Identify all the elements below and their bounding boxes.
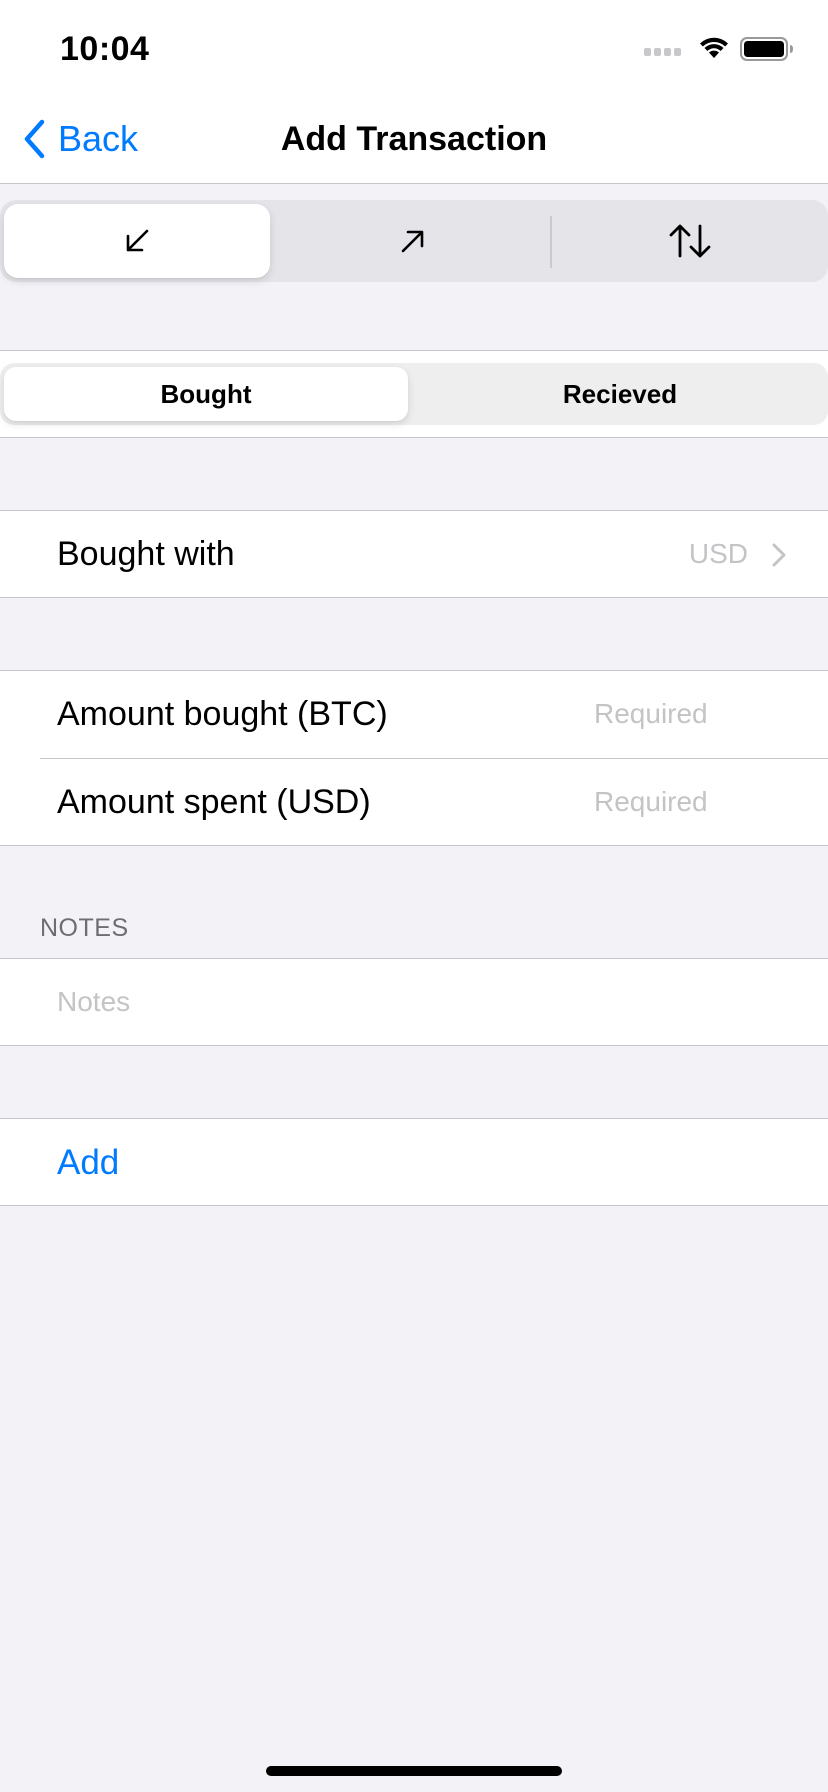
chevron-right-icon	[772, 543, 786, 567]
notes-section	[0, 958, 828, 1046]
status-icons	[644, 36, 794, 64]
home-indicator	[266, 1766, 562, 1776]
page-title: Add Transaction	[280, 120, 548, 158]
amount-bought-field[interactable]: Required	[594, 698, 708, 730]
arrow-up-right-icon	[401, 230, 424, 253]
amount-spent-row[interactable]: Amount spent (USD) Required	[0, 759, 828, 845]
segment-transfer[interactable]	[557, 204, 823, 278]
amount-spent-label: Amount spent (USD)	[57, 782, 371, 821]
add-button[interactable]: Add	[0, 1119, 828, 1205]
bought-with-row[interactable]: Bought with USD	[0, 511, 828, 597]
amount-spent-field[interactable]: Required	[594, 786, 708, 818]
amount-bought-row[interactable]: Amount bought (BTC) Required	[0, 671, 828, 757]
bought-with-label: Bought with	[57, 534, 235, 573]
segment-divider	[550, 216, 552, 268]
navigation-bar: Back Add Transaction	[0, 94, 828, 184]
mode-segmented-control: Bought Recieved	[0, 363, 828, 425]
bought-with-value: USD	[688, 538, 748, 569]
segment-sell[interactable]	[280, 204, 546, 278]
add-label: Add	[57, 1143, 120, 1182]
arrow-down-left-icon	[126, 229, 149, 252]
transaction-type-segmented-control	[0, 200, 828, 282]
arrow-up-down-icon	[669, 224, 711, 258]
notes-section-header: NOTES	[40, 914, 129, 942]
amount-bought-label: Amount bought (BTC)	[57, 694, 388, 733]
segment-buy[interactable]	[4, 204, 270, 278]
segment-recieved[interactable]: Recieved	[418, 367, 822, 421]
amounts-section: Amount bought (BTC) Required Amount spen…	[0, 670, 828, 846]
mode-section: Bought Recieved	[0, 350, 828, 438]
status-time: 10:04	[60, 30, 150, 68]
add-section: Add	[0, 1118, 828, 1206]
status-bar: 10:04	[0, 0, 828, 94]
wifi-icon	[700, 37, 728, 58]
battery-icon	[740, 37, 793, 61]
notes-input[interactable]	[57, 981, 787, 1023]
bought-with-section: Bought with USD	[0, 510, 828, 598]
segment-bought[interactable]: Bought	[4, 367, 408, 421]
cellular-signal-icon	[644, 48, 681, 56]
